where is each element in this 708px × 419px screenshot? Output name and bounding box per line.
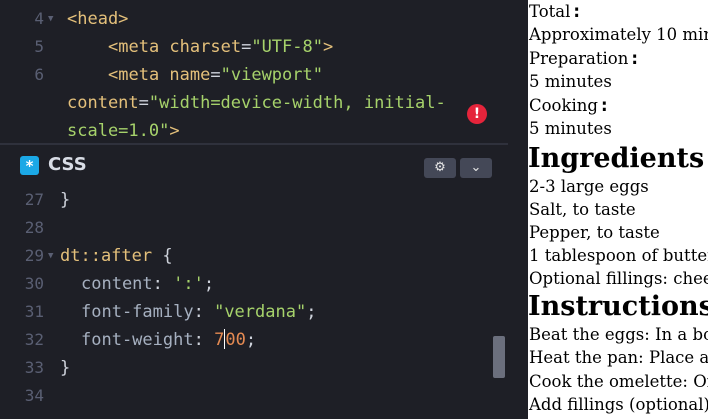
code-text: scale=1.0"> <box>67 121 180 141</box>
code-line-wrapped[interactable]: scale=1.0"> <box>0 117 508 143</box>
code-text: content: ':'; <box>81 274 215 294</box>
list-item: Beat the eggs: In a bowl <box>529 325 708 344</box>
line-number: 32 <box>24 330 44 349</box>
code-text: <meta charset="UTF-8"> <box>108 37 334 57</box>
list-item: 2-3 large eggs <box>529 177 649 196</box>
code-line[interactable]: 31 font-family: "verdana"; <box>0 298 508 326</box>
dd-total: Approximately 10 minutes <box>529 25 708 44</box>
instructions-heading: Instructions <box>528 291 708 322</box>
list-item: Cook the omelette: Once <box>529 372 708 391</box>
list-item: Optional fillings: cheese <box>529 269 708 288</box>
code-line-active[interactable]: 32 font-weight: 700; <box>0 326 508 354</box>
list-item: 1 tablespoon of butter <box>529 246 708 265</box>
code-line[interactable]: 4 ▼ <head> <box>0 5 508 33</box>
code-line[interactable]: 5 <meta charset="UTF-8"> <box>0 33 508 61</box>
line-number: 31 <box>24 302 44 321</box>
dt-cooking: Cooking <box>529 94 608 117</box>
fold-arrow-icon[interactable]: ▼ <box>48 5 53 33</box>
css-panel-title: CSS <box>48 154 87 175</box>
list-item: Salt, to taste <box>529 200 636 219</box>
code-line[interactable]: 28 <box>0 214 508 242</box>
fold-arrow-icon[interactable]: ▼ <box>48 242 53 270</box>
list-item: Heat the pan: Place a non <box>529 348 708 367</box>
html-editor-pane[interactable]: 4 ▼ <head> 5 <meta charset="UTF-8"> 6 <m… <box>0 0 508 143</box>
line-number: 6 <box>34 65 44 84</box>
line-number: 29 <box>24 246 44 265</box>
code-line[interactable]: 34 <box>0 382 508 410</box>
code-line[interactable]: 33 } <box>0 354 508 382</box>
ingredients-heading: Ingredients <box>528 143 705 174</box>
dt-preparation: Preparation <box>529 47 638 70</box>
dd-preparation: 5 minutes <box>529 72 612 91</box>
dt-total: Total <box>529 0 580 23</box>
code-text: <head> <box>67 9 129 29</box>
code-text: dt::after { <box>60 246 173 266</box>
code-line-wrapped[interactable]: content="width=device-width, initial- <box>0 89 508 117</box>
code-text: } <box>60 358 71 378</box>
css-panel-header: * CSS ⚙ ⌄ <box>0 143 508 183</box>
code-text: content="width=device-width, initial- <box>67 93 446 113</box>
line-number: 34 <box>24 386 44 405</box>
code-text: font-weight: 700; <box>81 329 257 350</box>
error-icon[interactable]: ! <box>467 104 487 124</box>
css-editor-pane[interactable]: 27 } 28 29 ▼ dt::after { 30 content: ':'… <box>0 183 508 419</box>
line-number: 28 <box>24 218 44 237</box>
code-line[interactable]: 6 <meta name="viewport" <box>0 61 508 89</box>
list-item: Pepper, to taste <box>529 223 660 242</box>
code-line[interactable]: 27 } <box>0 186 508 214</box>
chevron-down-icon[interactable]: ⌄ <box>460 158 492 178</box>
output-preview: Total Approximately 10 minutes Preparati… <box>528 0 708 419</box>
line-number: 5 <box>34 37 44 56</box>
pane-resize-handle[interactable] <box>508 0 528 419</box>
code-editor: 4 ▼ <head> 5 <meta charset="UTF-8"> 6 <m… <box>0 0 508 419</box>
settings-gear-icon[interactable]: ⚙ <box>424 158 456 178</box>
code-line[interactable]: 30 content: ':'; <box>0 270 508 298</box>
line-number: 4 <box>34 9 44 28</box>
list-item: Add fillings (optional) <box>529 395 708 414</box>
code-text: } <box>60 190 71 210</box>
code-text: font-family: "verdana"; <box>81 302 317 322</box>
css-icon: * <box>20 156 39 175</box>
dd-cooking: 5 minutes <box>529 119 612 138</box>
line-number: 33 <box>24 358 44 377</box>
vertical-scrollbar[interactable] <box>493 336 505 378</box>
line-number: 27 <box>24 190 44 209</box>
line-number: 30 <box>24 274 44 293</box>
code-text: <meta name="viewport" <box>108 65 323 85</box>
code-line[interactable]: 29 ▼ dt::after { <box>0 242 508 270</box>
